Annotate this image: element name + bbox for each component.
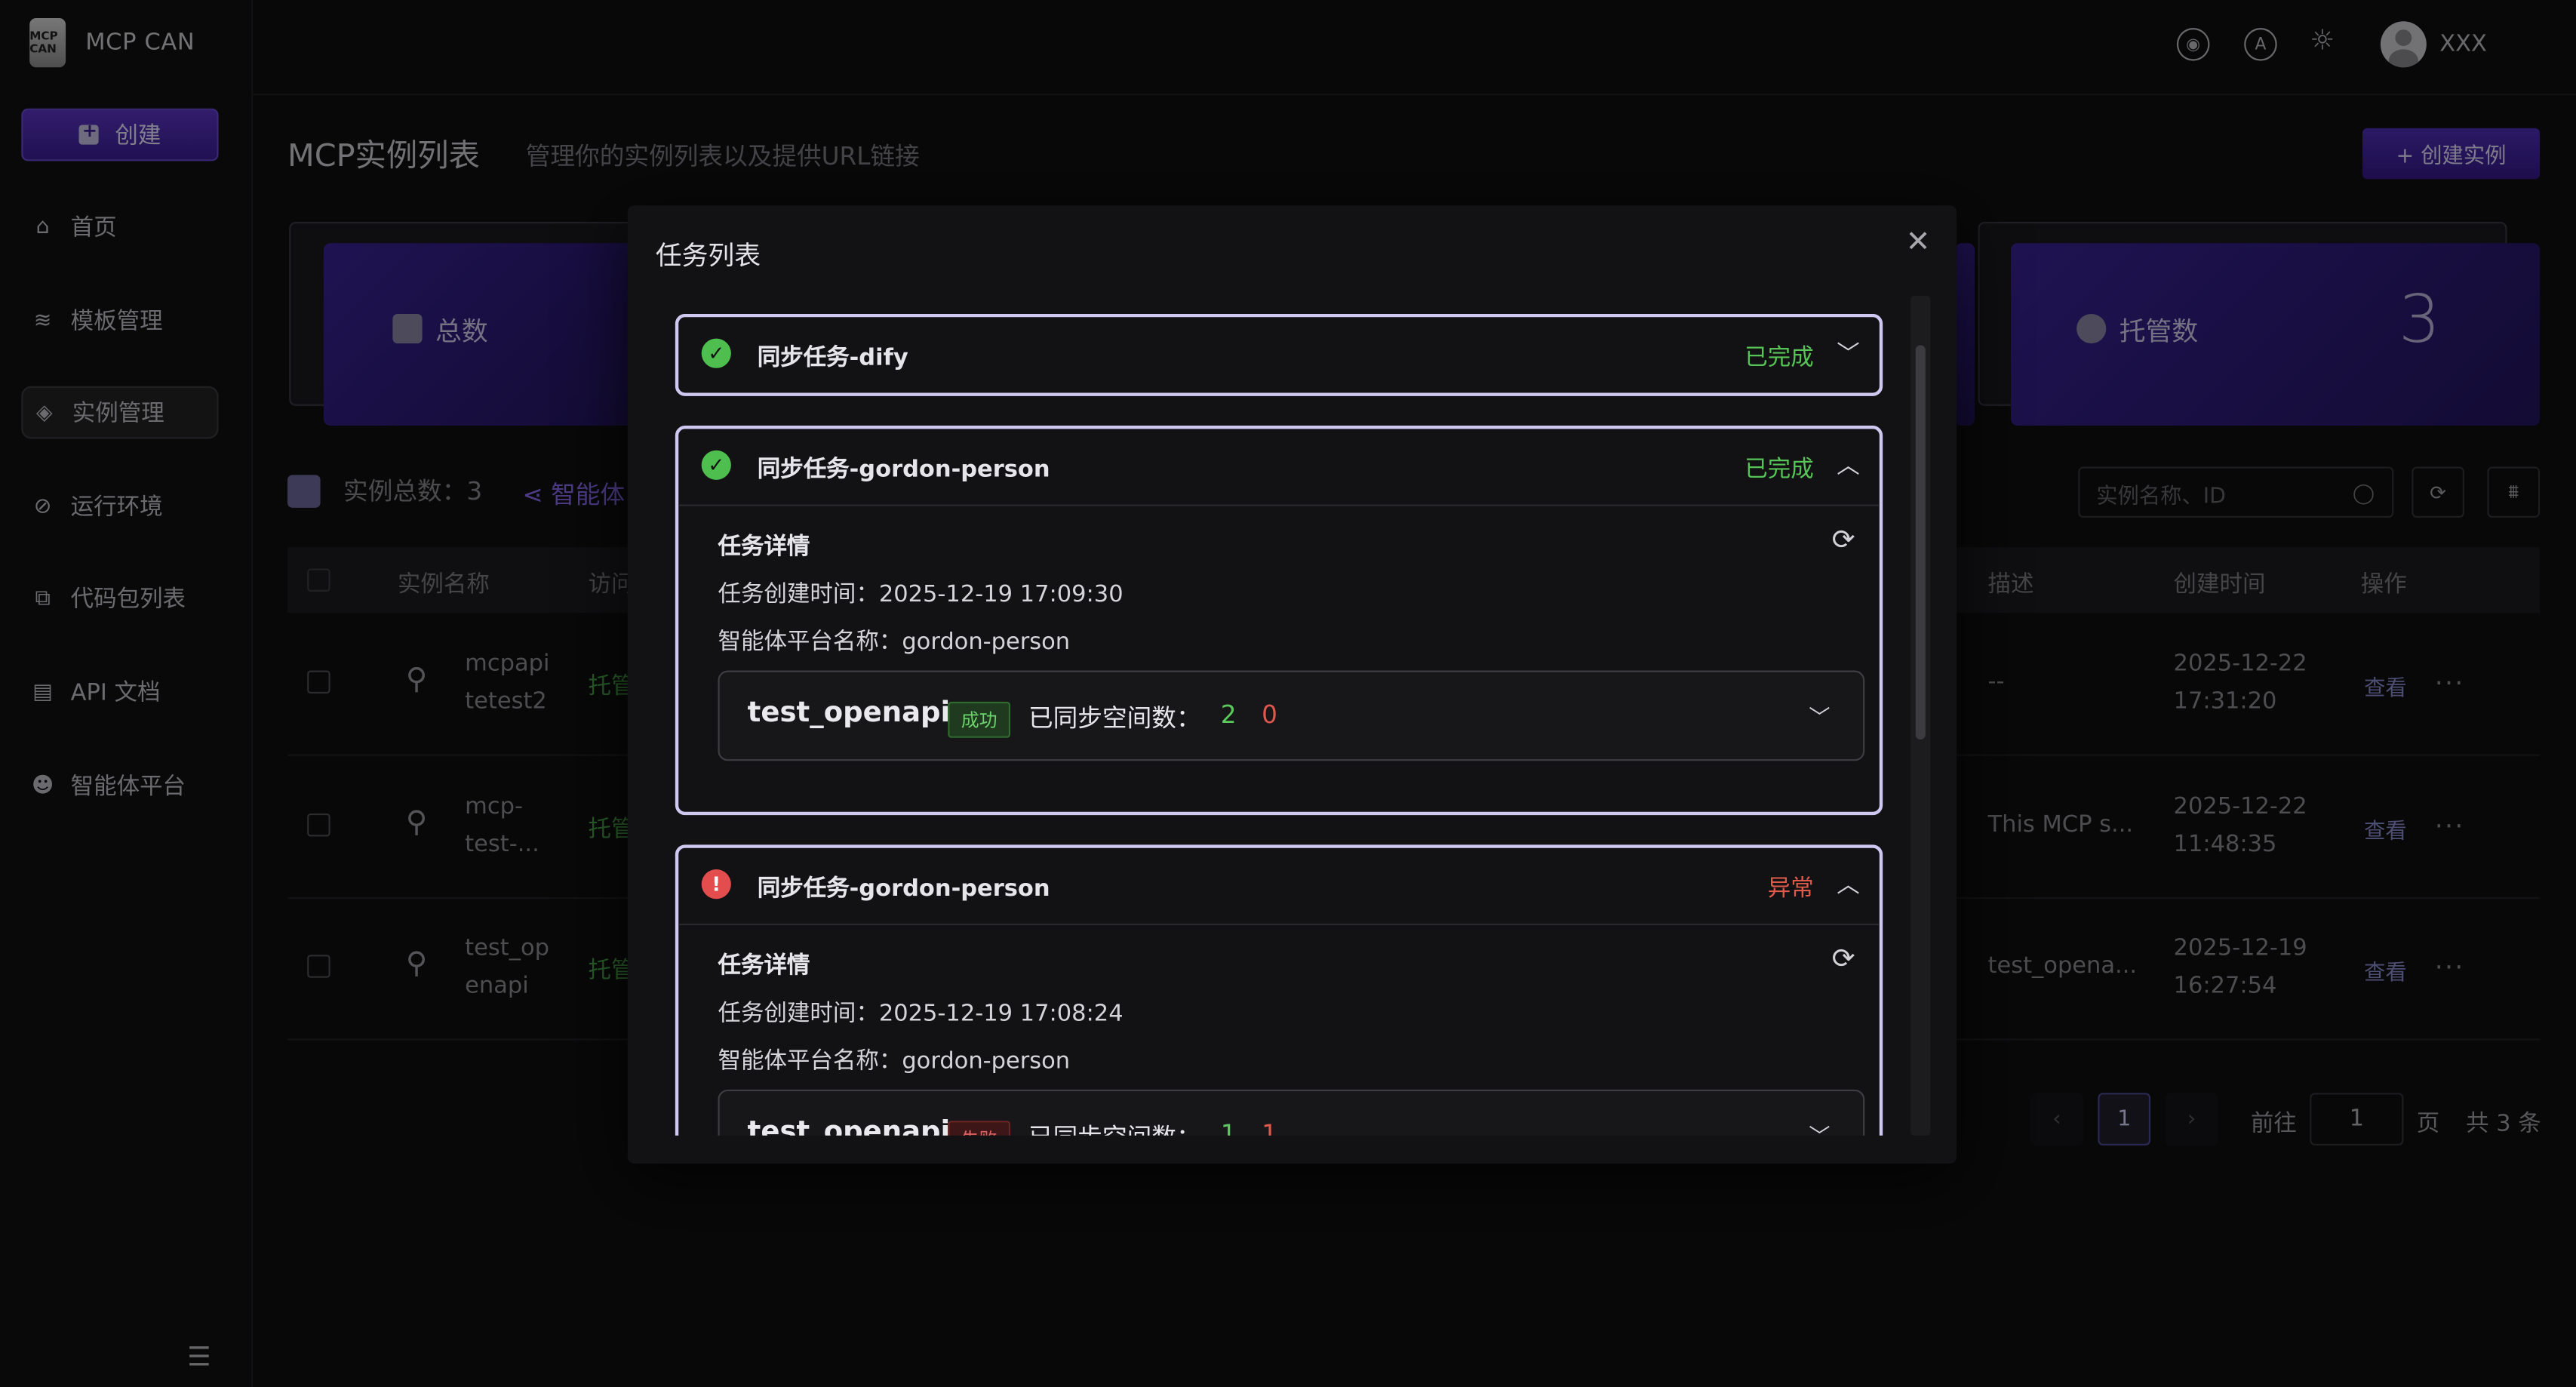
chevron-down-icon[interactable]: ﹀ [1837, 337, 1859, 370]
task-name: 同步任务-dify [757, 345, 908, 372]
task-name: 同步任务-gordon-person [757, 457, 1050, 484]
modal-title: 任务列表 [655, 239, 761, 272]
divider [678, 923, 1880, 926]
task-item[interactable]: ✓ 同步任务-dify 已完成 ﹀ [675, 313, 1883, 396]
synced-failed-count: 1 [1262, 1119, 1277, 1136]
task-name: 同步任务-gordon-person [757, 875, 1050, 903]
modal-scrollbar-thumb[interactable] [1915, 345, 1926, 740]
task-list: ✓ 同步任务-dify 已完成 ﹀ ✓ 同步任务-gordon-person 已… [674, 313, 1889, 1136]
synced-failed-count: 0 [1262, 700, 1277, 730]
sync-item[interactable]: test_openapi 成功 已同步空间数： 2 0 ﹀ [718, 670, 1865, 761]
close-icon[interactable]: ✕ [1906, 225, 1931, 260]
task-created-time: 任务创建时间：2025-12-19 17:08:24 [718, 1001, 1124, 1028]
success-icon: ✓ [701, 450, 731, 480]
status-badge: 成功 [948, 701, 1011, 738]
sync-item-name: test_openapi [747, 1115, 951, 1136]
task-item[interactable]: ✓ 同步任务-gordon-person 已完成 ︿ 任务详情 ⟳ 任务创建时间… [675, 426, 1883, 816]
task-state: 已完成 [1744, 457, 1814, 484]
task-platform-name: 智能体平台名称：gordon-person [718, 1048, 1071, 1075]
task-item[interactable]: ! 同步任务-gordon-person 异常 ︿ 任务详情 ⟳ 任务创建时间：… [675, 844, 1883, 1136]
refresh-icon[interactable]: ⟳ [1832, 943, 1855, 976]
success-icon: ✓ [701, 338, 731, 368]
task-detail-title: 任务详情 [718, 534, 810, 561]
synced-spaces-label: 已同步空间数： [1028, 1119, 1201, 1135]
chevron-down-icon[interactable]: ﹀ [1809, 700, 1830, 731]
task-detail-title: 任务详情 [718, 953, 810, 980]
error-icon: ! [701, 869, 731, 900]
synced-spaces-label: 已同步空间数： [1028, 703, 1201, 733]
sync-item-name: test_openapi [747, 697, 951, 730]
chevron-up-icon[interactable]: ︿ [1837, 449, 1859, 482]
task-header[interactable]: ✓ 同步任务-gordon-person 已完成 ︿ [678, 429, 1880, 504]
synced-success-count: 1 [1220, 1119, 1237, 1136]
task-state: 已完成 [1744, 345, 1814, 372]
task-header[interactable]: ✓ 同步任务-dify 已完成 ﹀ [678, 317, 1880, 392]
refresh-icon[interactable]: ⟳ [1832, 524, 1855, 558]
synced-success-count: 2 [1220, 700, 1237, 730]
sync-item[interactable]: test_openapi 失败 已同步空间数： 1 1 ﹀ [718, 1089, 1865, 1136]
task-state: 异常 [1767, 875, 1814, 903]
task-header[interactable]: ! 同步任务-gordon-person 异常 ︿ [678, 848, 1880, 924]
divider [678, 504, 1880, 506]
task-created-time: 任务创建时间：2025-12-19 17:09:30 [718, 581, 1124, 608]
task-platform-name: 智能体平台名称：gordon-person [718, 629, 1071, 656]
task-list-modal: 任务列表 ✕ ✓ 同步任务-dify 已完成 ﹀ ✓ 同步任务-gordon-p… [627, 205, 1957, 1164]
chevron-up-icon[interactable]: ︿ [1837, 868, 1859, 901]
status-badge: 失败 [948, 1121, 1011, 1136]
chevron-down-icon[interactable]: ﹀ [1809, 1119, 1830, 1136]
